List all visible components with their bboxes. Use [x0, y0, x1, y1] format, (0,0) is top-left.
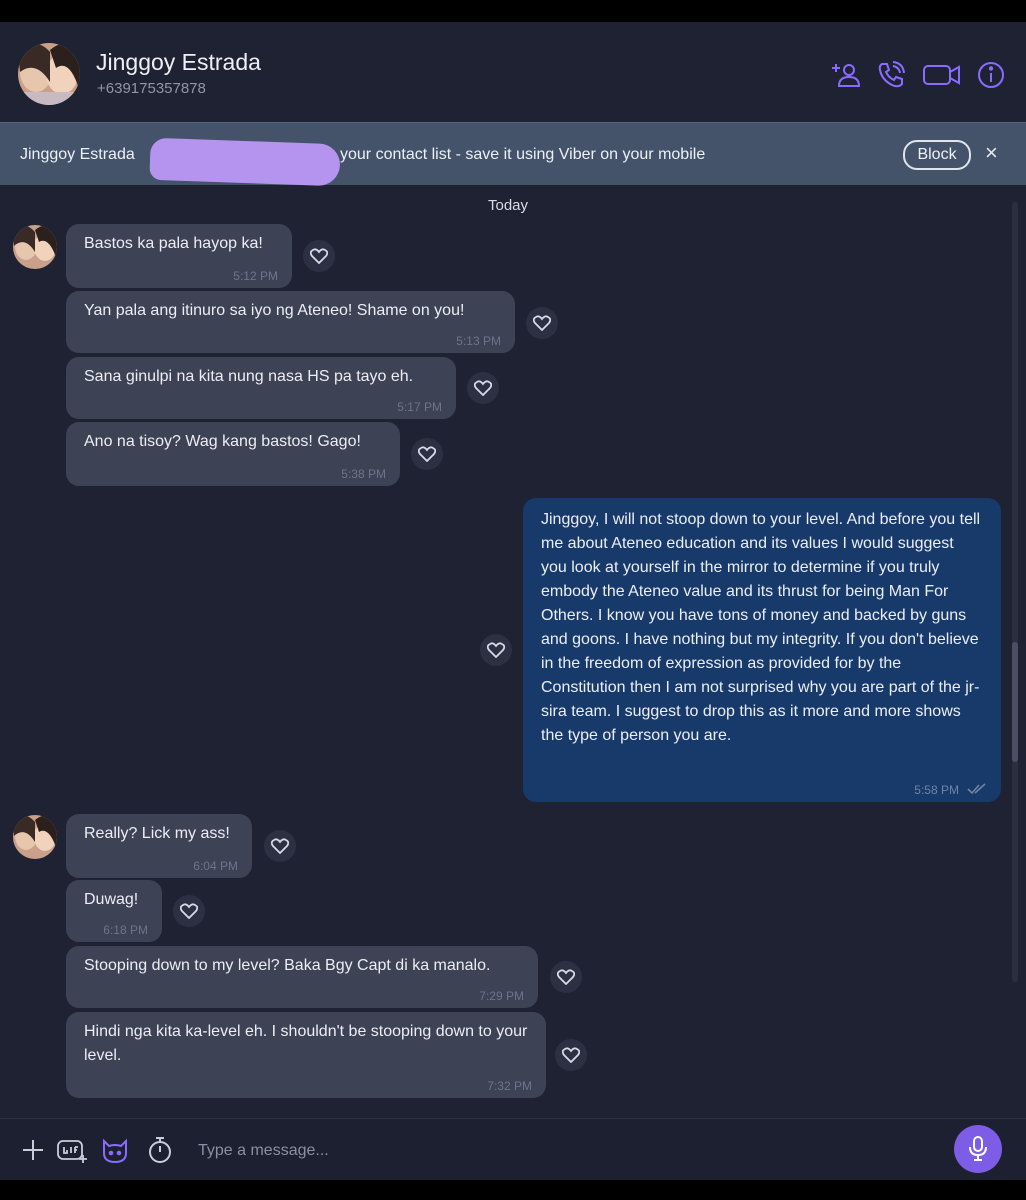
message-time: 5:12 PM	[233, 269, 278, 283]
viber-chat-window: Jinggoy Estrada +639175357878 Jinggoy Es…	[0, 22, 1026, 1180]
message-time: 7:29 PM	[479, 989, 524, 1003]
incoming-message[interactable]: Hindi nga kita ka-level eh. I shouldn't …	[66, 1012, 546, 1098]
plus-icon[interactable]	[18, 1135, 48, 1165]
sender-avatar[interactable]	[11, 814, 59, 860]
message-text: Really? Lick my ass!	[84, 825, 230, 842]
message-time: 6:18 PM	[103, 923, 148, 937]
message-text: Stooping down to my level? Baka Bgy Capt…	[84, 957, 491, 974]
phone-call-icon[interactable]	[876, 60, 906, 90]
message-time: 5:13 PM	[456, 334, 501, 348]
timer-icon[interactable]	[145, 1135, 175, 1165]
gif-icon[interactable]	[56, 1135, 88, 1165]
incoming-message[interactable]: Duwag! 6:18 PM	[66, 880, 162, 942]
message-time: 7:32 PM	[487, 1079, 532, 1093]
heart-icon[interactable]	[480, 634, 512, 666]
message-time: 5:38 PM	[341, 467, 386, 481]
heart-icon[interactable]	[550, 961, 582, 993]
chat-header: Jinggoy Estrada +639175357878	[0, 22, 1026, 122]
message-input[interactable]	[196, 1137, 920, 1165]
banner-message: your contact list - save it using Viber …	[340, 146, 706, 163]
scrollbar-thumb[interactable]	[1012, 642, 1018, 762]
contact-name: Jinggoy Estrada	[96, 49, 261, 75]
incoming-message[interactable]: Really? Lick my ass! 6:04 PM	[66, 814, 252, 878]
heart-icon[interactable]	[411, 438, 443, 470]
heart-icon[interactable]	[467, 372, 499, 404]
date-divider: Today	[488, 197, 529, 214]
heart-icon[interactable]	[303, 240, 335, 272]
double-check-icon	[967, 783, 986, 795]
message-text: Ano na tisoy? Wag kang bastos! Gago!	[84, 433, 361, 450]
block-button[interactable]: Block	[903, 140, 971, 170]
microphone-button[interactable]	[954, 1125, 1002, 1173]
contact-phone: +639175357878	[97, 80, 206, 97]
message-text: Hindi nga kita ka-level eh. I shouldn't …	[84, 1023, 528, 1064]
close-icon[interactable]: ×	[985, 140, 998, 166]
heart-icon[interactable]	[173, 895, 205, 927]
incoming-message[interactable]: Stooping down to my level? Baka Bgy Capt…	[66, 946, 538, 1008]
unsaved-contact-banner: Jinggoy Estrada your contact list - save…	[0, 122, 1026, 187]
microphone-icon	[969, 1136, 987, 1161]
heart-icon[interactable]	[526, 307, 558, 339]
banner-contact-name: Jinggoy Estrada	[20, 146, 135, 163]
add-contact-icon[interactable]	[831, 60, 861, 90]
redaction-scribble	[149, 137, 341, 187]
message-time: 5:17 PM	[397, 400, 442, 414]
sender-avatar[interactable]	[11, 224, 59, 270]
message-text: Duwag!	[84, 891, 139, 908]
info-icon[interactable]	[976, 60, 1006, 90]
incoming-message[interactable]: Sana ginulpi na kita nung nasa HS pa tay…	[66, 357, 456, 419]
sticker-icon[interactable]	[100, 1135, 130, 1165]
incoming-message[interactable]: Yan pala ang itinuro sa iyo ng Ateneo! S…	[66, 291, 515, 353]
contact-avatar[interactable]	[16, 42, 82, 106]
video-call-icon[interactable]	[922, 60, 962, 90]
incoming-message[interactable]: Bastos ka pala hayop ka! 5:12 PM	[66, 224, 292, 288]
message-text: Jinggoy, I will not stoop down to your l…	[541, 511, 981, 744]
message-text: Yan pala ang itinuro sa iyo ng Ateneo! S…	[84, 302, 465, 319]
message-time: 5:58 PM	[914, 783, 959, 797]
message-composer	[0, 1118, 1026, 1180]
message-time: 6:04 PM	[193, 859, 238, 873]
message-text: Bastos ka pala hayop ka!	[84, 235, 263, 252]
incoming-message[interactable]: Ano na tisoy? Wag kang bastos! Gago! 5:3…	[66, 422, 400, 486]
scrollbar[interactable]	[1012, 202, 1018, 982]
message-text: Sana ginulpi na kita nung nasa HS pa tay…	[84, 368, 414, 385]
outgoing-message[interactable]: Jinggoy, I will not stoop down to your l…	[523, 498, 1001, 802]
heart-icon[interactable]	[555, 1039, 587, 1071]
heart-icon[interactable]	[264, 830, 296, 862]
